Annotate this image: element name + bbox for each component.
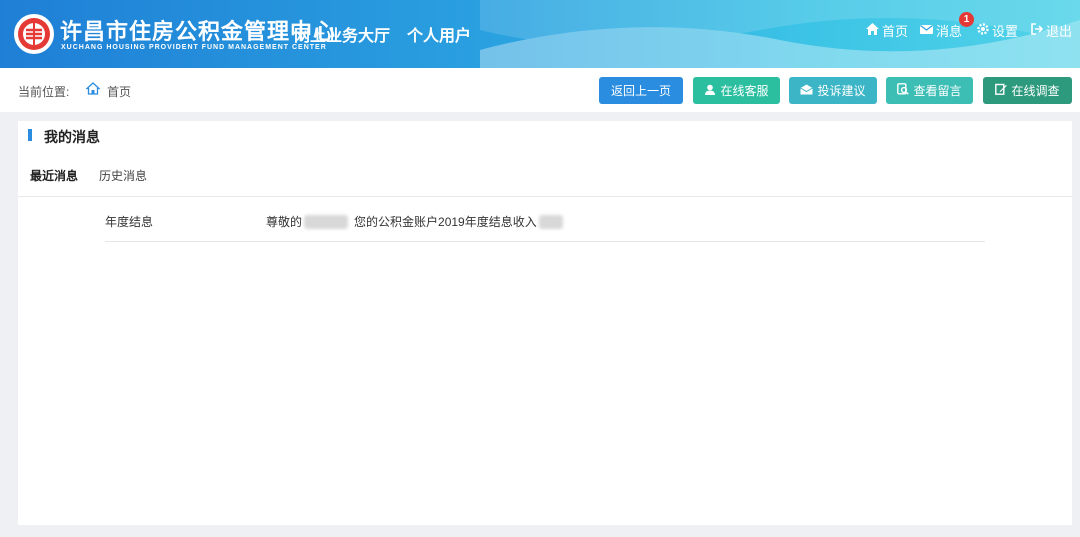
message-content: 尊敬的 您的公积金账户2019年度结息收入 [266, 213, 563, 230]
nav-messages-link[interactable]: 消息 [920, 21, 962, 40]
logout-icon [1031, 23, 1044, 38]
nav-logout-label: 退出 [1046, 24, 1073, 39]
message-type: 年度结息 [105, 215, 154, 229]
panel-title: 我的消息 [44, 129, 100, 145]
messages-count-badge: 1 [959, 12, 974, 27]
nav-settings-label: 设置 [992, 24, 1019, 39]
my-messages-panel: 我的消息 最近消息 历史消息 年度结息 尊敬的 您的公积金账户2019年度结息收… [18, 121, 1072, 525]
message-greeting: 尊敬的 [266, 215, 303, 229]
location-bar: 当前位置: 首页 返回上一页 在线客服 投诉建议 查看留言 在线调查 [0, 68, 1080, 112]
online-service-button[interactable]: 在线客服 [693, 77, 780, 104]
message-row[interactable]: 年度结息 尊敬的 您的公积金账户2019年度结息收入 [105, 203, 985, 242]
online-service-label: 在线客服 [720, 84, 769, 98]
nav-logout-link[interactable]: 退出 [1031, 21, 1072, 40]
complaint-button[interactable]: 投诉建议 [789, 77, 877, 104]
tabs-divider [18, 196, 1072, 197]
search-document-icon [897, 83, 910, 98]
online-survey-button[interactable]: 在线调查 [983, 77, 1072, 104]
tab-recent-messages[interactable]: 最近消息 [30, 167, 78, 184]
breadcrumb-home-icon [85, 82, 101, 100]
online-hall-label: 网上业务大厅 [294, 28, 391, 45]
home-icon [866, 23, 879, 38]
back-button[interactable]: 返回上一页 [599, 77, 683, 104]
customer-service-icon [704, 84, 716, 98]
title-accent-bar [28, 129, 32, 141]
location-label: 当前位置: [18, 85, 70, 99]
complaint-label: 投诉建议 [817, 84, 866, 98]
mail-open-icon [800, 84, 814, 98]
gear-icon [977, 23, 989, 38]
nav-home-link[interactable]: 首页 [866, 21, 908, 40]
nav-home-label: 首页 [882, 24, 909, 39]
nav-messages-label: 消息 [936, 24, 963, 39]
tab-history-messages[interactable]: 历史消息 [99, 167, 147, 184]
online-survey-label: 在线调查 [1011, 84, 1060, 98]
logo [14, 14, 54, 54]
view-messages-button[interactable]: 查看留言 [886, 77, 973, 104]
breadcrumb-home[interactable]: 首页 [107, 83, 131, 100]
top-header: 许昌市住房公积金管理中心 XUCHANG HOUSING PROVIDENT F… [0, 0, 1080, 68]
back-button-label: 返回上一页 [610, 84, 671, 98]
brand-subtitle: XUCHANG HOUSING PROVIDENT FUND MANAGEMEN… [61, 44, 327, 51]
nav-settings-link[interactable]: 设置 [977, 21, 1018, 40]
envelope-icon [920, 23, 933, 38]
redacted-name [304, 214, 349, 229]
view-messages-label: 查看留言 [913, 84, 962, 98]
edit-icon [995, 83, 1008, 98]
redacted-amount [538, 214, 563, 229]
personal-user-label: 个人用户 [407, 28, 472, 45]
message-body: 您的公积金账户2019年度结息收入 [354, 215, 537, 229]
